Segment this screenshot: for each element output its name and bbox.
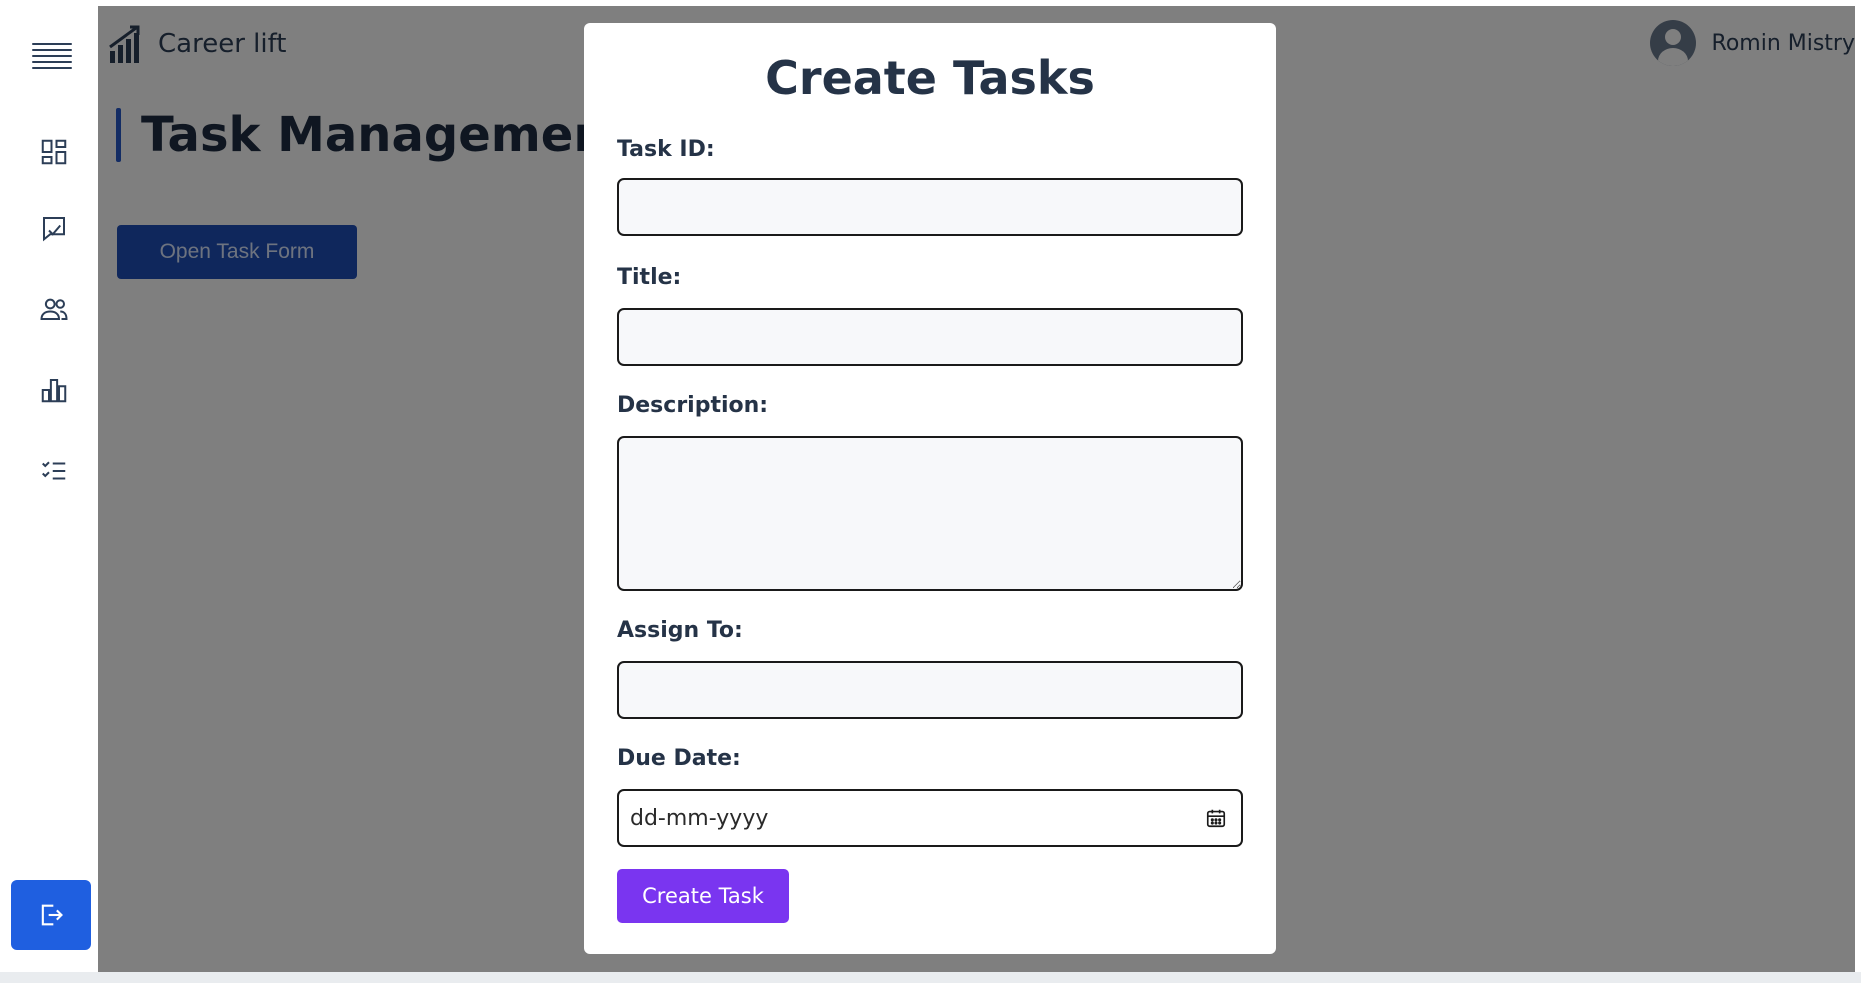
title-input[interactable] (617, 308, 1243, 366)
sidebar (6, 6, 98, 972)
modal-title: Create Tasks (765, 51, 1095, 105)
dashboard-icon[interactable] (34, 132, 74, 172)
title-label: Title: (617, 265, 682, 290)
task-check-icon[interactable] (34, 208, 74, 248)
description-label: Description: (617, 393, 769, 418)
create-task-modal: Create Tasks Task ID: Title: Description… (584, 23, 1276, 954)
logout-button[interactable] (11, 880, 91, 950)
task-id-input[interactable] (617, 178, 1243, 236)
create-task-button[interactable]: Create Task (617, 869, 789, 923)
due-date-placeholder: dd-mm-yyyy (630, 805, 769, 831)
description-textarea[interactable] (617, 436, 1243, 591)
task-id-label: Task ID: (617, 137, 715, 162)
assign-to-input[interactable] (617, 661, 1243, 719)
menu-icon[interactable] (28, 36, 76, 76)
checklist-icon[interactable] (34, 451, 74, 491)
window-bottom-edge (0, 972, 1861, 983)
assign-to-label: Assign To: (617, 618, 743, 643)
calendar-icon[interactable] (1205, 807, 1227, 829)
logout-icon (41, 904, 63, 926)
due-date-label: Due Date: (617, 746, 741, 771)
app-window: Career lift Task Management Open Task Fo… (0, 0, 1861, 983)
bar-chart-icon[interactable] (34, 370, 74, 410)
due-date-input[interactable]: dd-mm-yyyy (617, 789, 1243, 847)
users-icon[interactable] (34, 289, 74, 329)
